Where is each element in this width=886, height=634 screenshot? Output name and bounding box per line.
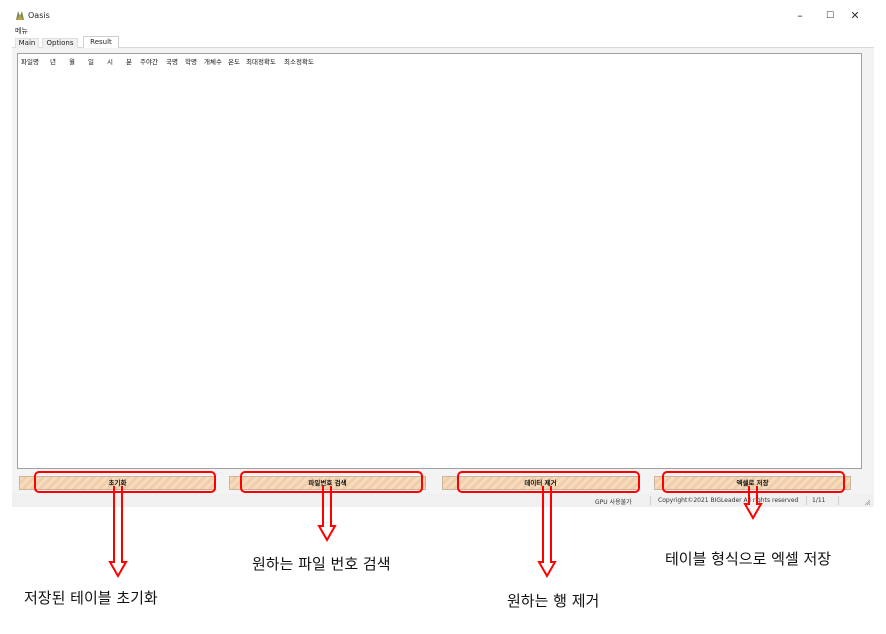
gpu-status: GPU 사용불가 xyxy=(595,499,632,506)
maximize-button[interactable]: ☐ xyxy=(822,9,838,23)
copyright-text: Copyright©2021 BIGLeader All rights rese… xyxy=(658,497,799,504)
column-header-day-night[interactable]: 주야간 xyxy=(140,56,158,66)
status-divider xyxy=(838,496,839,505)
arrow-down-icon xyxy=(317,486,337,542)
column-header-year[interactable]: 년 xyxy=(50,56,56,66)
result-table[interactable]: 파일명 년 월 일 시 분 주야간 국명 학명 개체수 온도 최대정확도 최소정… xyxy=(17,53,862,469)
resize-grip-icon[interactable] xyxy=(864,499,871,506)
column-header-min-accuracy[interactable]: 최소정확도 xyxy=(284,56,314,66)
column-header-temperature[interactable]: 온도 xyxy=(228,56,240,66)
arrow-down-icon xyxy=(108,486,128,578)
title-bar: Oasis – ☐ ✕ xyxy=(0,0,886,26)
table-header: 파일명 년 월 일 시 분 주야간 국명 학명 개체수 온도 최대정확도 최소정… xyxy=(18,54,861,66)
status-divider xyxy=(806,496,807,505)
app-logo-icon xyxy=(16,11,24,20)
close-button[interactable]: ✕ xyxy=(847,9,863,23)
tab-strip: Main Options Result xyxy=(12,36,874,49)
column-header-korean-name[interactable]: 국명 xyxy=(166,56,178,66)
arrow-down-icon xyxy=(537,486,557,578)
annotation-excel: 테이블 형식으로 엑셀 저장 xyxy=(665,550,832,568)
menu-bar: 메뉴 xyxy=(0,26,886,37)
window-title: Oasis xyxy=(28,11,50,20)
annotation-delete: 원하는 행 제거 xyxy=(507,592,600,610)
column-header-day[interactable]: 일 xyxy=(88,56,94,66)
arrow-down-icon xyxy=(743,486,763,520)
annotation-reset: 저장된 테이블 초기화 xyxy=(24,589,158,607)
minimize-button[interactable]: – xyxy=(792,9,808,23)
column-header-month[interactable]: 월 xyxy=(69,56,75,66)
column-header-minute[interactable]: 분 xyxy=(126,56,132,66)
tab-options[interactable]: Options xyxy=(42,38,78,48)
column-header-hour[interactable]: 시 xyxy=(107,56,113,66)
menu-item-main-menu[interactable]: 메뉴 xyxy=(15,26,28,36)
column-header-count[interactable]: 개체수 xyxy=(204,56,222,66)
column-header-max-accuracy[interactable]: 최대정확도 xyxy=(246,56,276,66)
status-divider xyxy=(650,496,651,505)
annotation-search: 원하는 파일 번호 검색 xyxy=(252,555,391,573)
page-indicator: 1/11 xyxy=(812,497,826,504)
column-header-filename[interactable]: 파일명 xyxy=(21,56,39,66)
result-panel: 파일명 년 월 일 시 분 주야간 국명 학명 개체수 온도 최대정확도 최소정… xyxy=(12,48,874,494)
tab-main[interactable]: Main xyxy=(15,38,39,48)
column-header-scientific-name[interactable]: 학명 xyxy=(185,56,197,66)
